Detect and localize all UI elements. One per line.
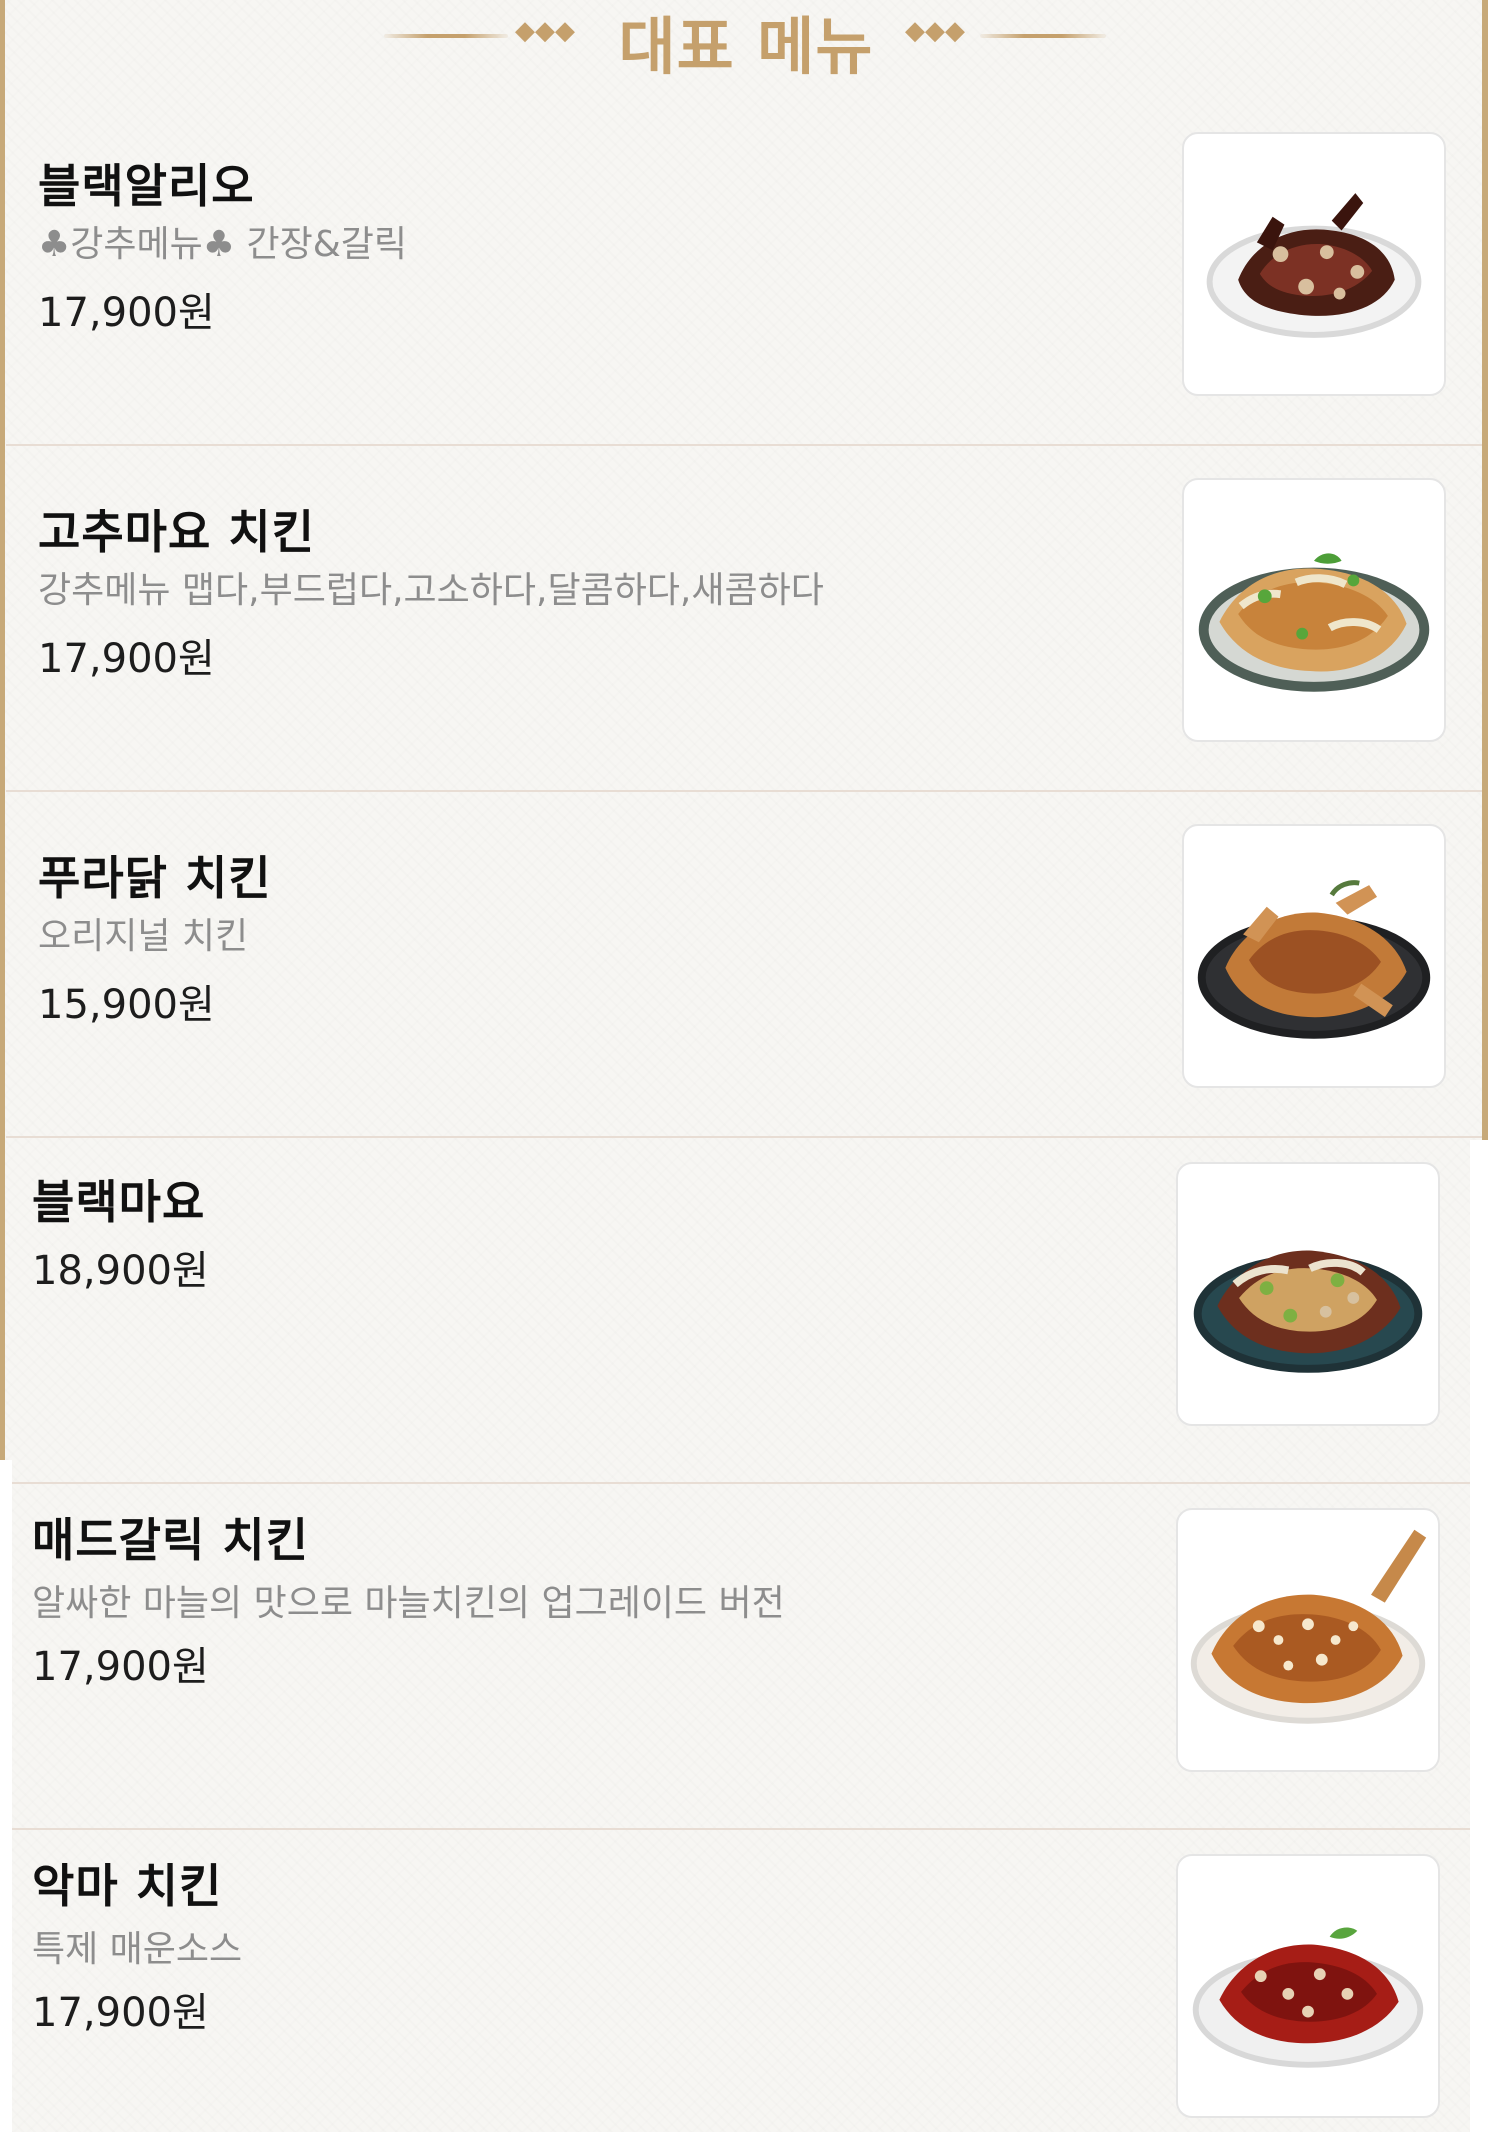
menu-item-gochu-mayo[interactable]: 고추마요 치킨 강추메뉴 맵다,부드럽다,고소하다,달콤하다,새콤하다 17,9… <box>6 446 1482 792</box>
menu-item-price: 17,900원 <box>38 290 215 336</box>
gochu-mayo-chicken-image <box>1198 553 1430 692</box>
header-right-ornament: ◆◆◆ <box>905 16 965 46</box>
menu-item-name: 블랙마요 <box>32 1175 206 1229</box>
menu-item-name: 고추마요 치킨 <box>38 505 315 559</box>
menu-item-puradak[interactable]: 푸라닭 치킨 오리지널 치킨 15,900원 <box>6 792 1482 1138</box>
header-left-line <box>384 34 508 38</box>
right-gold-border <box>1482 0 1488 1140</box>
menu-item-black-mayo[interactable]: 블랙마요 18,900원 <box>12 1138 1470 1484</box>
menu-item-name: 악마 치킨 <box>32 1859 223 1913</box>
menu-item-price: 17,900원 <box>32 1990 209 2036</box>
menu-item-image[interactable] <box>1176 1508 1440 1772</box>
left-gold-border <box>0 0 5 1460</box>
header-right-line <box>980 34 1106 38</box>
menu-item-description: 특제 매운소스 <box>32 1929 243 1970</box>
devil-chicken-image <box>1192 1927 1424 2068</box>
menu-item-price: 18,900원 <box>32 1248 209 1294</box>
menu-item-description: 오리지널 치킨 <box>38 916 249 957</box>
menu-item-image[interactable] <box>1176 1854 1440 2118</box>
menu-item-description: 강추메뉴 맵다,부드럽다,고소하다,달콤하다,새콤하다 <box>38 570 824 611</box>
black-mayo-chicken-image <box>1193 1250 1423 1373</box>
right-white-strip <box>1470 1140 1488 2144</box>
menu-item-price: 17,900원 <box>38 636 215 682</box>
menu-page: ◆◆◆ 대표 메뉴 ◆◆◆ 블랙알리오 ♣강추메뉴♣ 간장&갈릭 17,900원… <box>0 0 1488 2144</box>
menu-item-image[interactable] <box>1182 132 1446 396</box>
menu-item-mad-garlic[interactable]: 매드갈릭 치킨 알싸한 마늘의 맛으로 마늘치킨의 업그레이드 버전 17,90… <box>12 1484 1470 1830</box>
section-header: ◆◆◆ 대표 메뉴 ◆◆◆ <box>0 0 1488 88</box>
menu-item-price: 17,900원 <box>32 1644 209 1690</box>
menu-item-price: 15,900원 <box>38 982 215 1028</box>
left-white-strip <box>0 1460 12 2144</box>
menu-item-image[interactable] <box>1176 1162 1440 1426</box>
menu-item-name: 매드갈릭 치킨 <box>32 1513 309 1567</box>
menu-item-image[interactable] <box>1182 478 1446 742</box>
menu-item-devil-chicken[interactable]: 악마 치킨 특제 매운소스 17,900원 <box>12 1830 1470 2144</box>
menu-item-black-alio[interactable]: 블랙알리오 ♣강추메뉴♣ 간장&갈릭 17,900원 <box>6 100 1482 446</box>
header-left-ornament: ◆◆◆ <box>515 16 575 46</box>
mad-garlic-chicken-image <box>1190 1529 1427 1724</box>
menu-item-description: ♣강추메뉴♣ 간장&갈릭 <box>38 224 408 265</box>
menu-item-name: 블랙알리오 <box>38 159 255 213</box>
puradak-chicken-image <box>1197 880 1431 1039</box>
menu-item-description: 알싸한 마늘의 맛으로 마늘치킨의 업그레이드 버전 <box>32 1583 785 1624</box>
menu-item-image[interactable] <box>1182 824 1446 1088</box>
section-title: 대표 메뉴 <box>618 10 874 83</box>
black-alio-chicken-image <box>1206 193 1422 338</box>
menu-item-name: 푸라닭 치킨 <box>38 851 272 905</box>
